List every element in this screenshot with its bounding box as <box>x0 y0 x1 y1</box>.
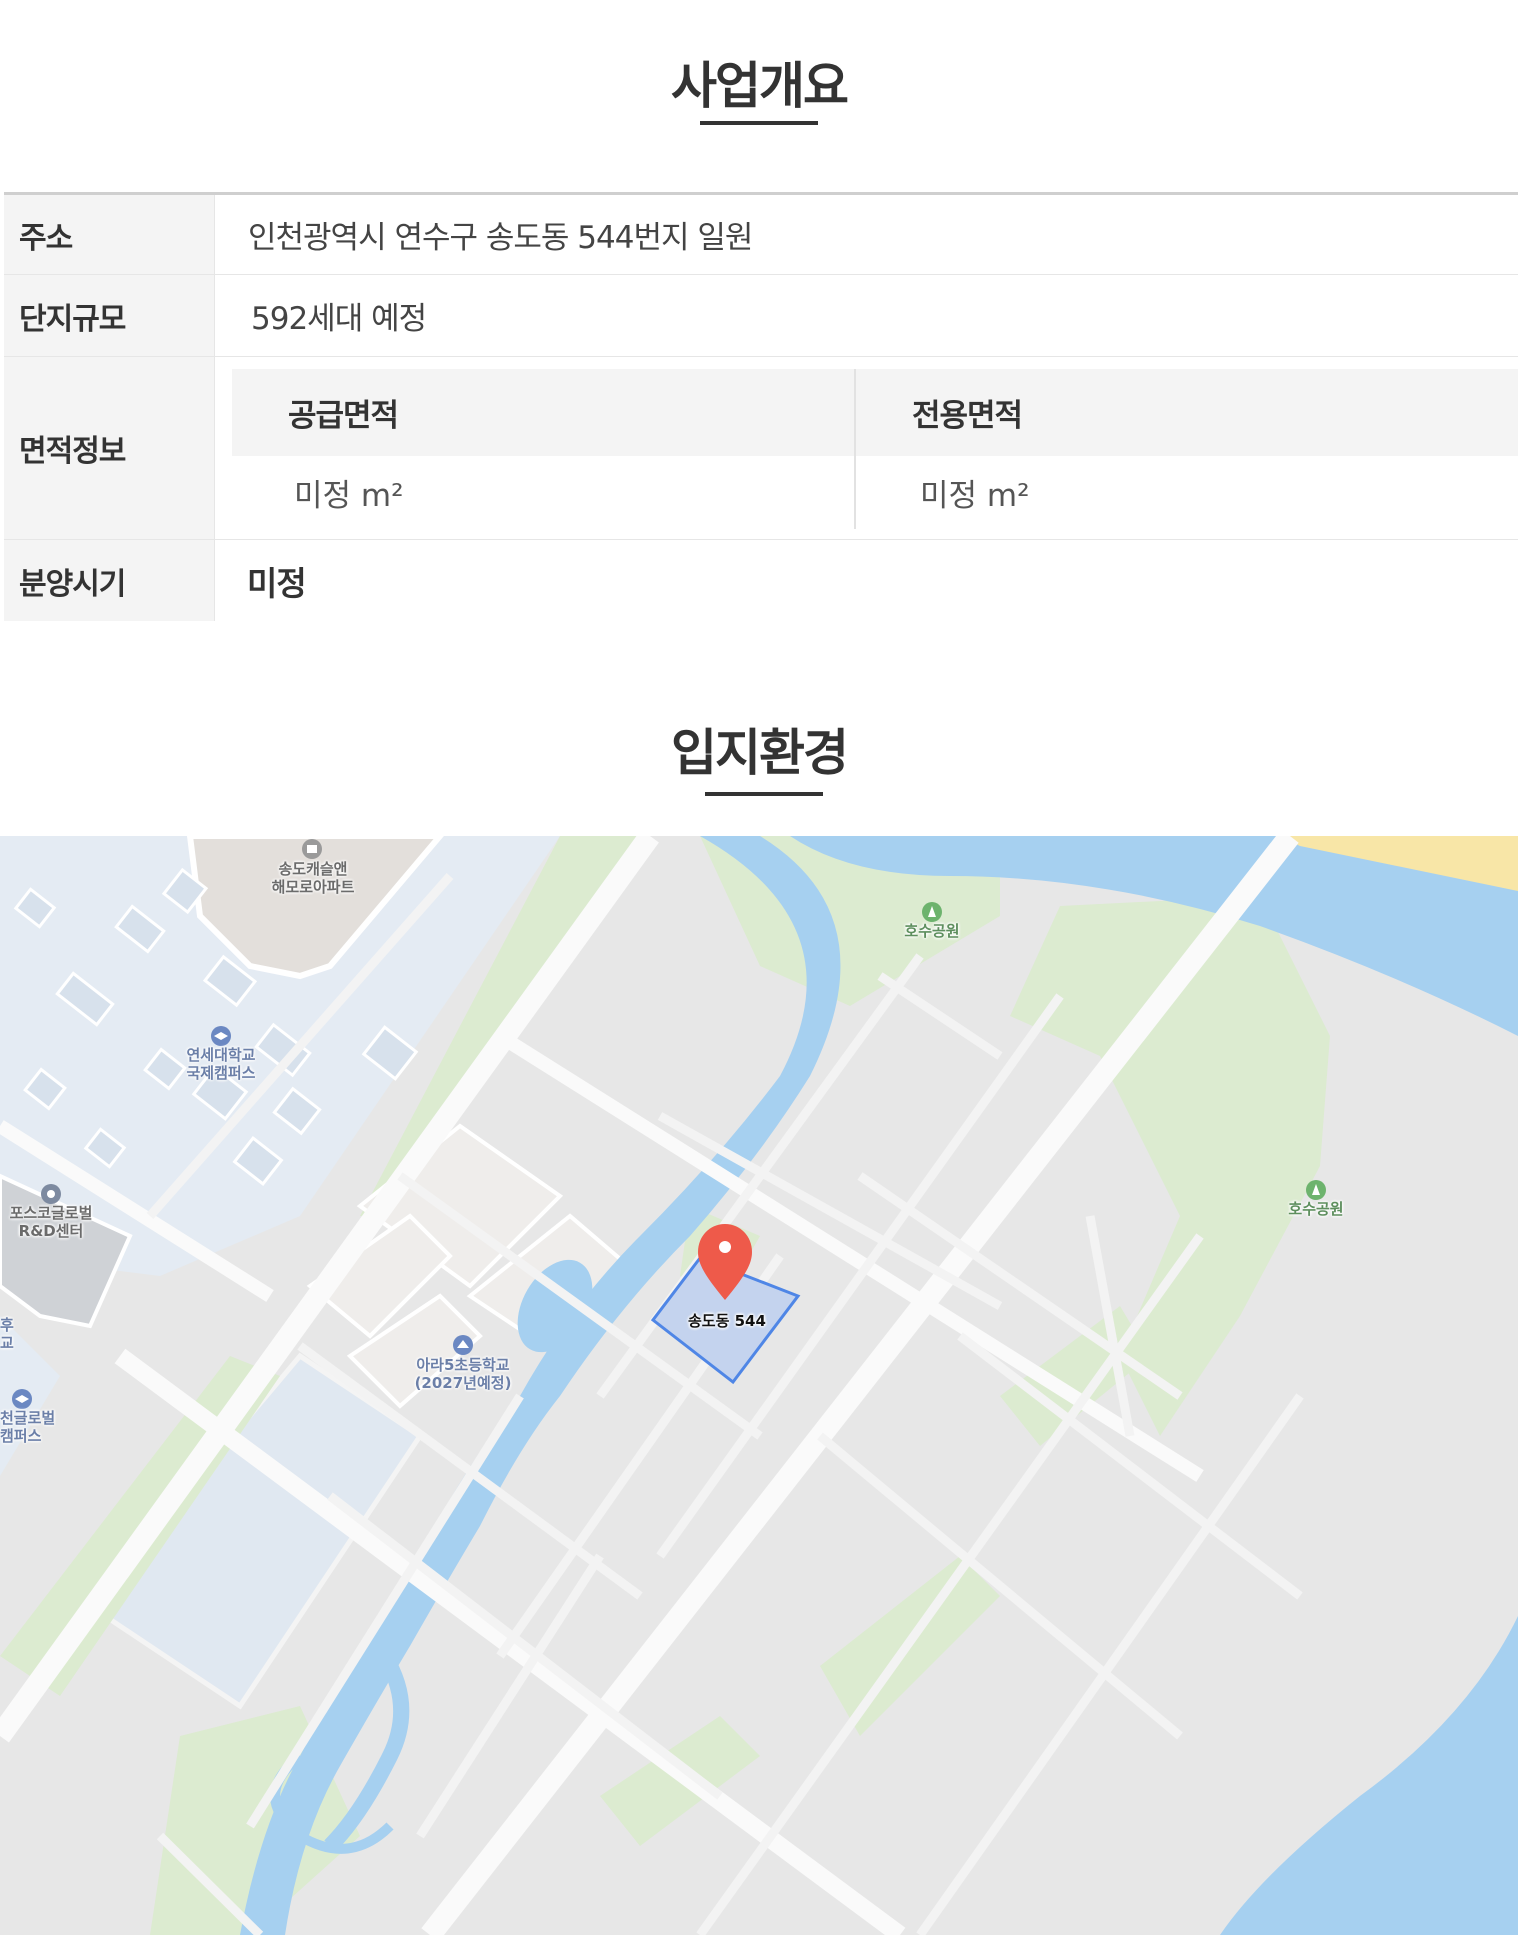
label-incheon-global-line1: 천글로벌 <box>0 1409 56 1427</box>
sale-value: 미정 <box>247 563 307 603</box>
label-ara-school-line1: 아라5초등학교 <box>416 1356 510 1374</box>
exclusive-area-value: 미정 m² <box>920 478 1030 514</box>
label-ara-school-line2: (2027년예정) <box>414 1374 512 1392</box>
row-scale: 단지규모 592세대 예정 <box>4 275 1518 357</box>
label-posco: 포스코글로벌 R&D센터 <box>0 1204 102 1240</box>
label-posco-line2: R&D센터 <box>18 1222 84 1240</box>
label-ara-school: 아라5초등학교 (2027년예정) <box>408 1356 518 1392</box>
yonsei-school-icon <box>211 1026 231 1046</box>
overview-title-underline <box>700 121 818 125</box>
supply-area-header: 공급면적 <box>232 369 854 456</box>
label-yonsei-line2: 국제캠퍼스 <box>186 1064 256 1082</box>
sale-label: 분양시기 <box>4 540 215 621</box>
label-yonsei: 연세대학교 국제캠퍼스 <box>166 1046 276 1082</box>
label-songdo-castle-line2: 해모로아파트 <box>271 878 355 896</box>
scale-value: 592세대 예정 <box>251 301 427 337</box>
exclusive-area-header: 전용면적 <box>856 369 1518 456</box>
row-address: 주소 인천광역시 연수구 송도동 544번지 일원 <box>4 195 1518 275</box>
scale-label: 단지규모 <box>4 275 215 356</box>
pin-label: 송도동 544 <box>688 1312 766 1330</box>
label-incheon-global-line2: 캠퍼스 <box>0 1427 42 1445</box>
apartment-poi-icon <box>302 839 322 859</box>
label-edge: 후 교 <box>0 1316 20 1352</box>
label-edge-line1: 후 <box>0 1316 14 1334</box>
location-map[interactable]: 송도캐슬앤 해모로아파트 연세대학교 국제캠퍼스 포스코글로벌 R&D센터 아라… <box>0 836 1518 1935</box>
label-incheon-global: 천글로벌 캠퍼스 <box>0 1409 70 1445</box>
label-lake-park-1: 호수공원 <box>904 922 960 940</box>
incheon-global-school-icon <box>12 1389 32 1409</box>
address-label: 주소 <box>4 195 215 274</box>
label-yonsei-line1: 연세대학교 <box>186 1046 256 1064</box>
row-area: 면적정보 공급면적 전용면적 미정 m² 미정 m² <box>4 357 1518 540</box>
supply-area-value: 미정 m² <box>294 478 404 514</box>
lake-park-tree-icon-1 <box>922 902 942 922</box>
posco-building-icon <box>41 1184 61 1204</box>
label-posco-line1: 포스코글로벌 <box>9 1204 93 1222</box>
label-edge-line2: 교 <box>0 1334 14 1352</box>
label-songdo-castle: 송도캐슬앤 해모로아파트 <box>258 860 368 896</box>
address-value: 인천광역시 연수구 송도동 544번지 일원 <box>248 220 753 256</box>
ara-school-icon <box>453 1335 473 1355</box>
area-divider <box>854 369 856 529</box>
overview-table: 주소 인천광역시 연수구 송도동 544번지 일원 단지규모 592세대 예정 … <box>4 192 1518 621</box>
label-songdo-castle-line1: 송도캐슬앤 <box>278 860 348 878</box>
area-label: 면적정보 <box>4 357 215 539</box>
map-canvas[interactable] <box>0 836 1518 1935</box>
area-subtable: 공급면적 전용면적 미정 m² 미정 m² <box>232 369 1518 529</box>
location-title: 입지환경 <box>671 724 849 782</box>
label-lake-park-2: 호수공원 <box>1288 1200 1344 1218</box>
lake-park-tree-icon-2 <box>1306 1180 1326 1200</box>
location-title-underline <box>705 792 823 796</box>
overview-title: 사업개요 <box>671 57 849 115</box>
row-sale: 분양시기 미정 <box>4 540 1518 621</box>
